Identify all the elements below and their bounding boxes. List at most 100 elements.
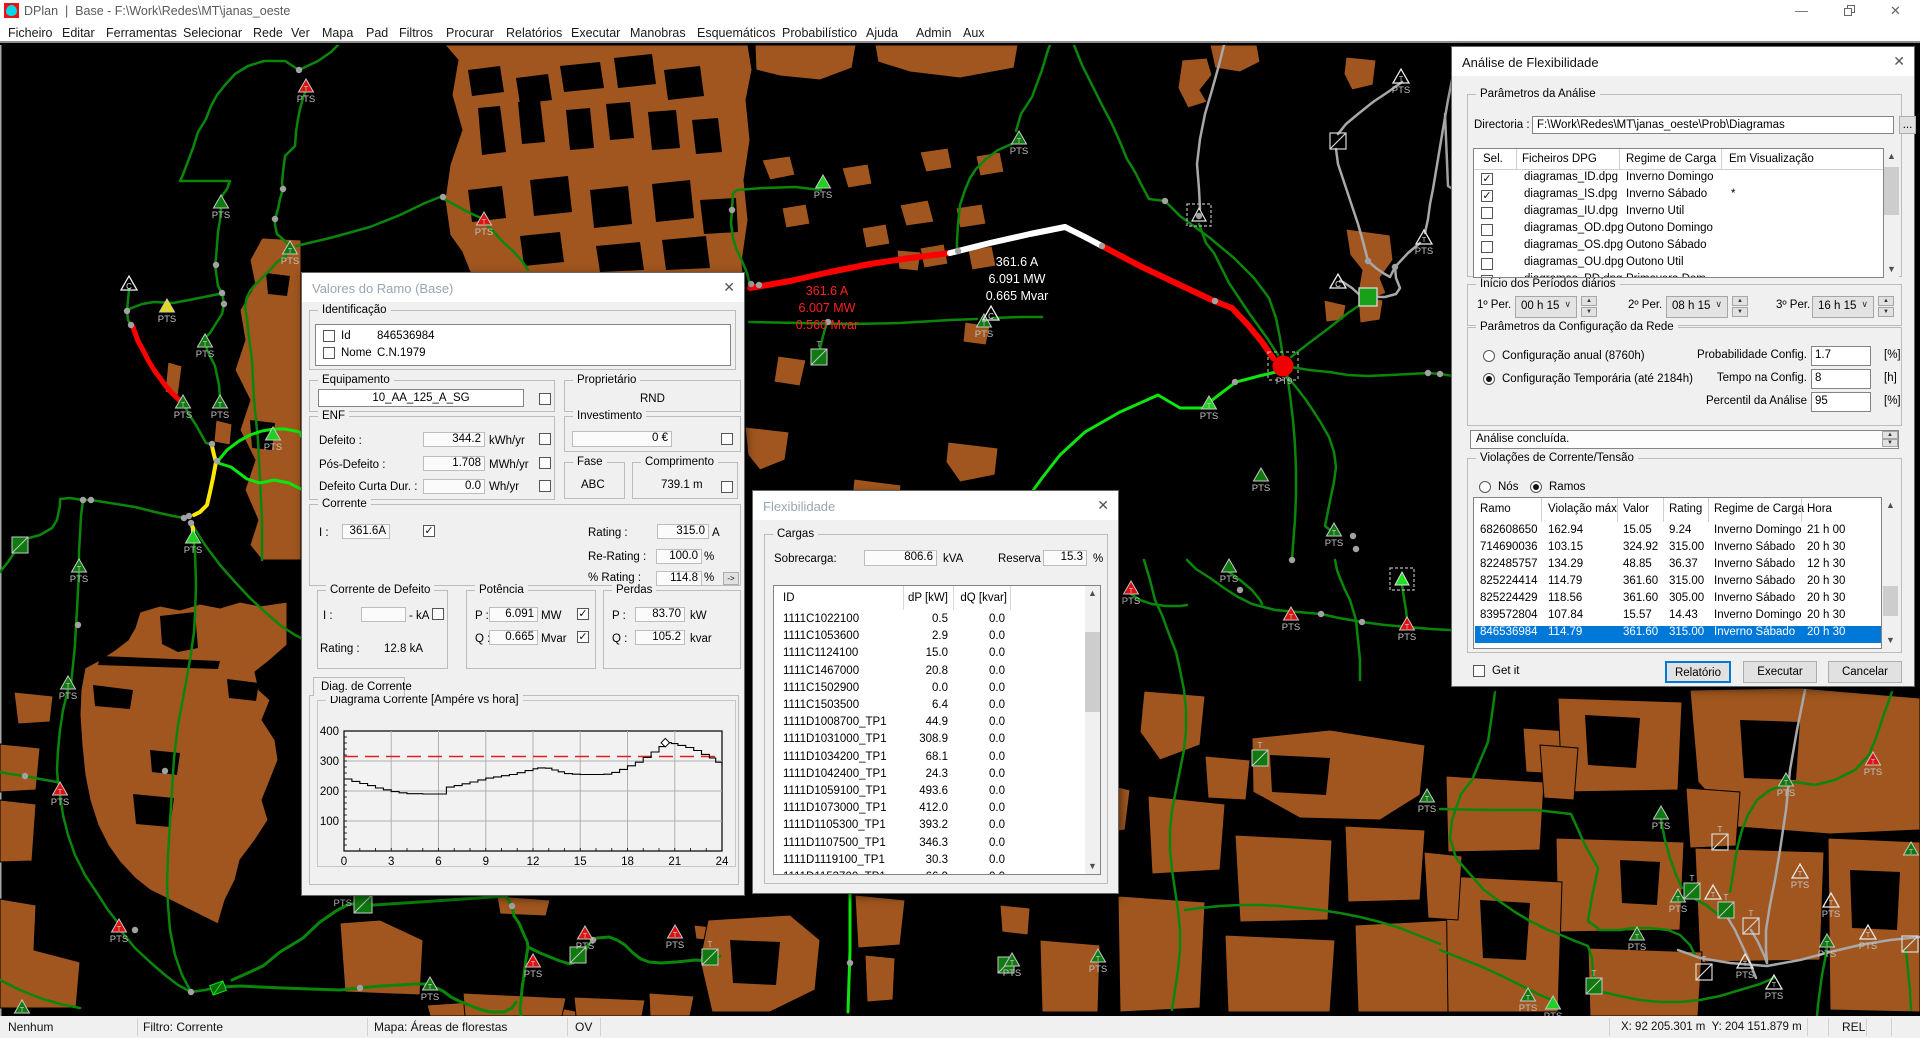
svg-text:PTS: PTS: [59, 691, 77, 702]
svg-text:PTS: PTS: [110, 934, 128, 945]
svg-text:T: T: [1798, 871, 1803, 878]
svg-text:PTS: PTS: [666, 940, 684, 951]
svg-text:T: T: [1825, 941, 1830, 948]
svg-text:T: T: [20, 1007, 25, 1014]
svg-text:T: T: [1289, 614, 1294, 621]
svg-text:T: T: [1207, 403, 1212, 410]
svg-text:T: T: [1711, 892, 1716, 899]
svg-text:T: T: [1010, 960, 1015, 967]
svg-text:PTS: PTS: [1736, 970, 1754, 981]
svg-text:PTS: PTS: [814, 190, 832, 201]
svg-text:6.007 MW: 6.007 MW: [799, 301, 856, 315]
svg-text:PTS: PTS: [1282, 622, 1300, 633]
svg-text:T: T: [1425, 796, 1430, 803]
svg-text:T: T: [1690, 874, 1695, 883]
svg-text:PTS: PTS: [1398, 632, 1416, 643]
svg-text:T: T: [1635, 934, 1640, 941]
svg-text:T: T: [304, 86, 309, 93]
svg-text:PTS: PTS: [1628, 942, 1646, 953]
svg-text:200: 200: [320, 786, 339, 798]
svg-text:T: T: [673, 932, 678, 939]
svg-text:PTS: PTS: [576, 941, 594, 952]
svg-text:PTS: PTS: [1818, 949, 1836, 960]
svg-text:PTS: PTS: [1418, 804, 1436, 815]
svg-text:9: 9: [483, 856, 489, 868]
svg-text:T: T: [583, 933, 588, 940]
svg-text:PTS: PTS: [524, 969, 542, 980]
svg-text:PTS: PTS: [1791, 880, 1809, 891]
svg-text:PTS: PTS: [334, 898, 352, 909]
svg-text:T: T: [1718, 825, 1723, 834]
svg-text:C: C: [126, 282, 132, 291]
svg-text:T: T: [181, 402, 186, 409]
svg-text:361.6 A: 361.6 A: [806, 284, 849, 298]
svg-text:PTS: PTS: [1777, 788, 1795, 799]
svg-text:0: 0: [341, 856, 347, 868]
svg-text:PTS: PTS: [421, 992, 439, 1003]
svg-text:PTS: PTS: [1519, 1003, 1537, 1014]
svg-text:T: T: [1909, 849, 1914, 856]
svg-text:T: T: [1829, 900, 1834, 907]
svg-text:T: T: [1526, 995, 1531, 1002]
svg-text:T: T: [77, 566, 82, 573]
svg-text:0.560 Mvar: 0.560 Mvar: [796, 318, 859, 332]
svg-text:PT9: PT9: [1276, 376, 1293, 386]
svg-text:PTS: PTS: [281, 256, 299, 267]
svg-text:6: 6: [435, 856, 441, 868]
svg-text:T: T: [1871, 759, 1876, 766]
svg-text:PTS: PTS: [184, 545, 202, 556]
svg-text:T: T: [165, 306, 170, 313]
svg-text:PTS: PTS: [1010, 146, 1028, 157]
svg-text:C: C: [988, 312, 994, 321]
svg-text:PTS: PTS: [1252, 483, 1270, 494]
svg-text:PTS: PTS: [297, 94, 315, 105]
svg-text:C: C: [1335, 280, 1341, 289]
svg-text:PTS: PTS: [1822, 909, 1840, 920]
svg-text:PTS: PTS: [475, 227, 493, 238]
svg-text:3: 3: [388, 856, 394, 868]
svg-text:6.091 MW: 6.091 MW: [989, 272, 1046, 286]
svg-text:PTS: PTS: [1089, 964, 1107, 975]
svg-text:T: T: [117, 926, 122, 933]
svg-text:T: T: [1749, 909, 1754, 918]
svg-text:24: 24: [716, 856, 729, 868]
svg-text:T: T: [288, 248, 293, 255]
svg-text:PTS: PTS: [1864, 767, 1882, 778]
svg-text:T: T: [1399, 76, 1404, 83]
svg-text:18: 18: [621, 856, 634, 868]
svg-text:T: T: [203, 341, 208, 348]
svg-text:T: T: [1724, 893, 1729, 902]
svg-text:T: T: [708, 940, 713, 949]
svg-text:T: T: [531, 961, 536, 968]
svg-text:PTS: PTS: [1200, 411, 1218, 422]
svg-text:PTS: PTS: [1003, 968, 1021, 979]
svg-text:T: T: [817, 340, 822, 349]
svg-text:PTS: PTS: [1122, 596, 1140, 607]
svg-text:T: T: [1258, 741, 1263, 750]
svg-text:PTS: PTS: [212, 210, 230, 221]
svg-text:PTS: PTS: [1859, 941, 1877, 952]
svg-text:T: T: [1772, 982, 1777, 989]
svg-text:PTS: PTS: [1652, 821, 1670, 832]
svg-text:100: 100: [320, 816, 339, 828]
svg-text:T: T: [1866, 932, 1871, 939]
svg-text:T: T: [1743, 961, 1748, 968]
svg-text:T: T: [1784, 780, 1789, 787]
svg-text:PTS: PTS: [70, 574, 88, 585]
svg-text:400: 400: [320, 726, 339, 738]
svg-text:T: T: [1422, 237, 1427, 244]
svg-text:0.665 Mvar: 0.665 Mvar: [986, 289, 1049, 303]
svg-text:T: T: [1702, 955, 1707, 964]
svg-text:PTS: PTS: [1765, 991, 1783, 1002]
svg-text:T: T: [1676, 896, 1681, 903]
svg-text:T: T: [1129, 588, 1134, 595]
svg-text:PTS: PTS: [51, 797, 69, 808]
svg-text:T: T: [1332, 530, 1337, 537]
svg-text:PTS: PTS: [264, 442, 282, 453]
svg-text:T: T: [58, 789, 63, 796]
svg-text:PTS: PTS: [196, 349, 214, 360]
svg-text:T: T: [1096, 956, 1101, 963]
svg-text:PTS: PTS: [1669, 904, 1687, 915]
svg-text:T: T: [1405, 624, 1410, 631]
svg-text:T: T: [1017, 138, 1022, 145]
